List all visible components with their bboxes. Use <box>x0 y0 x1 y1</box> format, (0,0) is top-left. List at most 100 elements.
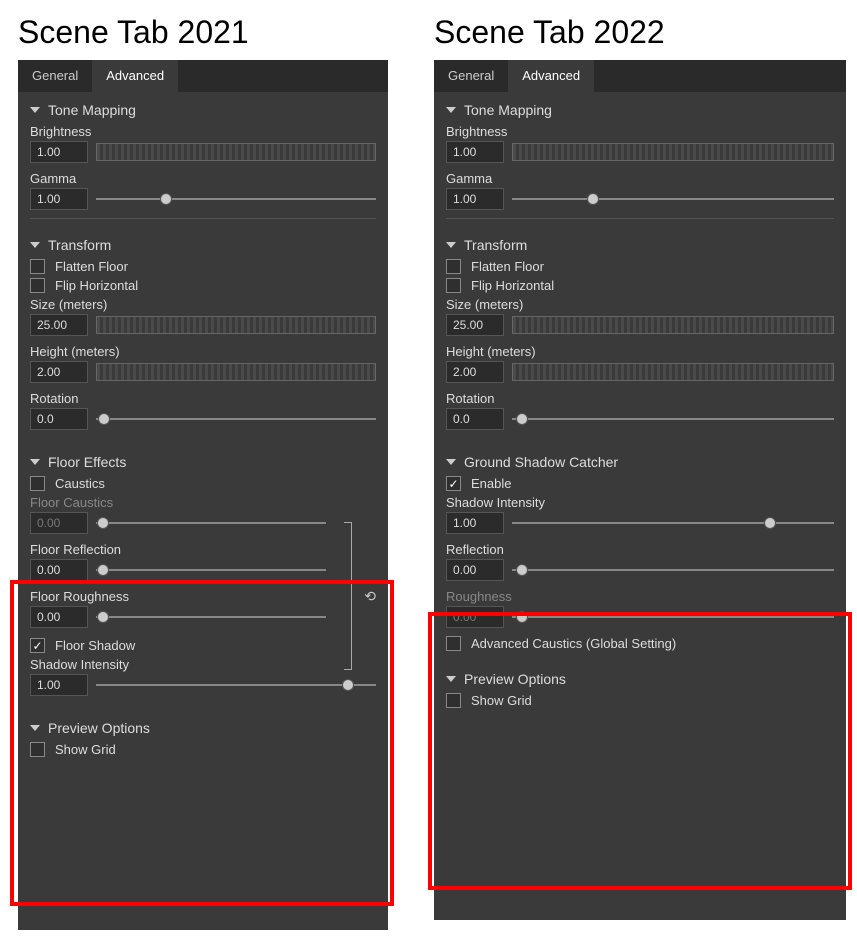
label-size: Size (meters) <box>30 297 376 312</box>
tab-advanced[interactable]: Advanced <box>508 60 594 92</box>
section-tone-mapping: Tone Mapping Brightness 1.00 Gamma 1.00 <box>18 92 388 227</box>
label-floor-caustics: Floor Caustics <box>30 495 376 510</box>
label-brightness: Brightness <box>446 124 834 139</box>
input-shadow-intensity[interactable]: 1.00 <box>30 674 88 696</box>
checkbox-flatten-floor[interactable] <box>446 259 461 274</box>
section-ground-shadow-catcher: Ground Shadow Catcher ✓ Enable Shadow In… <box>434 444 846 661</box>
section-header-tone-mapping[interactable]: Tone Mapping <box>30 102 376 118</box>
chevron-down-icon <box>446 107 456 113</box>
slider-rotation[interactable] <box>96 410 376 428</box>
tab-general[interactable]: General <box>434 60 508 92</box>
label-flip-horizontal: Flip Horizontal <box>55 278 138 293</box>
input-floor-roughness[interactable]: 0.00 <box>30 606 88 628</box>
slider-floor-caustics[interactable] <box>96 514 326 532</box>
input-reflection[interactable]: 0.00 <box>446 559 504 581</box>
input-brightness[interactable]: 1.00 <box>30 141 88 163</box>
slider-shadow-intensity[interactable] <box>512 514 834 532</box>
slider-rotation[interactable] <box>512 410 834 428</box>
input-rotation[interactable]: 0.0 <box>30 408 88 430</box>
section-header-ground-shadow[interactable]: Ground Shadow Catcher <box>446 454 834 470</box>
section-title: Transform <box>48 237 111 253</box>
slider-height[interactable] <box>96 363 376 381</box>
section-title: Tone Mapping <box>464 102 552 118</box>
checkbox-flip-horizontal[interactable] <box>446 278 461 293</box>
input-height[interactable]: 2.00 <box>30 361 88 383</box>
section-title: Tone Mapping <box>48 102 136 118</box>
checkbox-floor-shadow[interactable]: ✓ <box>30 638 45 653</box>
checkbox-show-grid[interactable] <box>30 742 45 757</box>
slider-gamma[interactable] <box>96 190 376 208</box>
section-transform: Transform Flatten Floor Flip Horizontal … <box>434 227 846 444</box>
title-2021: Scene Tab 2021 <box>18 14 249 51</box>
checkbox-advanced-caustics[interactable] <box>446 636 461 651</box>
section-title: Floor Effects <box>48 454 126 470</box>
panel-2022: General Advanced Tone Mapping Brightness… <box>434 60 846 920</box>
input-brightness[interactable]: 1.00 <box>446 141 504 163</box>
label-shadow-intensity: Shadow Intensity <box>30 657 376 672</box>
section-header-floor-effects[interactable]: Floor Effects <box>30 454 376 470</box>
input-gamma[interactable]: 1.00 <box>30 188 88 210</box>
section-title: Preview Options <box>48 720 150 736</box>
checkbox-enable[interactable]: ✓ <box>446 476 461 491</box>
section-header-preview[interactable]: Preview Options <box>446 671 834 687</box>
label-gamma: Gamma <box>446 171 834 186</box>
section-tone-mapping: Tone Mapping Brightness 1.00 Gamma 1.00 <box>434 92 846 227</box>
input-size[interactable]: 25.00 <box>446 314 504 336</box>
input-height[interactable]: 2.00 <box>446 361 504 383</box>
label-floor-shadow: Floor Shadow <box>55 638 135 653</box>
section-header-transform[interactable]: Transform <box>30 237 376 253</box>
section-preview-options: Preview Options Show Grid <box>18 710 388 767</box>
slider-roughness[interactable] <box>512 608 834 626</box>
section-title: Preview Options <box>464 671 566 687</box>
input-rotation[interactable]: 0.0 <box>446 408 504 430</box>
tabbar: General Advanced <box>18 60 388 92</box>
label-enable: Enable <box>471 476 511 491</box>
checkbox-caustics[interactable] <box>30 476 45 491</box>
checkbox-flatten-floor[interactable] <box>30 259 45 274</box>
label-flip-horizontal: Flip Horizontal <box>471 278 554 293</box>
label-rotation: Rotation <box>446 391 834 406</box>
divider <box>30 218 376 219</box>
label-flatten-floor: Flatten Floor <box>55 259 128 274</box>
chevron-down-icon <box>446 459 456 465</box>
label-show-grid: Show Grid <box>471 693 532 708</box>
slider-brightness[interactable] <box>512 143 834 161</box>
section-transform: Transform Flatten Floor Flip Horizontal … <box>18 227 388 444</box>
slider-brightness[interactable] <box>96 143 376 161</box>
divider <box>446 218 834 219</box>
input-roughness[interactable]: 0.00 <box>446 606 504 628</box>
section-header-transform[interactable]: Transform <box>446 237 834 253</box>
slider-floor-reflection[interactable] <box>96 561 326 579</box>
checkbox-show-grid[interactable] <box>446 693 461 708</box>
slider-gamma[interactable] <box>512 190 834 208</box>
label-height: Height (meters) <box>446 344 834 359</box>
section-header-preview[interactable]: Preview Options <box>30 720 376 736</box>
input-size[interactable]: 25.00 <box>30 314 88 336</box>
slider-height[interactable] <box>512 363 834 381</box>
chevron-down-icon <box>30 725 40 731</box>
input-gamma[interactable]: 1.00 <box>446 188 504 210</box>
input-floor-reflection[interactable]: 0.00 <box>30 559 88 581</box>
tab-general[interactable]: General <box>18 60 92 92</box>
section-header-tone-mapping[interactable]: Tone Mapping <box>446 102 834 118</box>
tabbar: General Advanced <box>434 60 846 92</box>
tab-advanced[interactable]: Advanced <box>92 60 178 92</box>
label-floor-roughness: Floor Roughness <box>30 589 376 604</box>
label-reflection: Reflection <box>446 542 834 557</box>
slider-reflection[interactable] <box>512 561 834 579</box>
label-advanced-caustics: Advanced Caustics (Global Setting) <box>471 636 676 651</box>
checkbox-flip-horizontal[interactable] <box>30 278 45 293</box>
slider-shadow-intensity[interactable] <box>96 676 376 694</box>
slider-size[interactable] <box>96 316 376 334</box>
slider-size[interactable] <box>512 316 834 334</box>
input-floor-caustics[interactable]: 0.00 <box>30 512 88 534</box>
chevron-down-icon <box>30 107 40 113</box>
link-icon[interactable]: ⟲ <box>364 588 376 605</box>
slider-floor-roughness[interactable] <box>96 608 326 626</box>
label-caustics: Caustics <box>55 476 105 491</box>
input-shadow-intensity[interactable]: 1.00 <box>446 512 504 534</box>
chevron-down-icon <box>446 242 456 248</box>
label-floor-reflection: Floor Reflection <box>30 542 376 557</box>
chevron-down-icon <box>30 242 40 248</box>
label-gamma: Gamma <box>30 171 376 186</box>
